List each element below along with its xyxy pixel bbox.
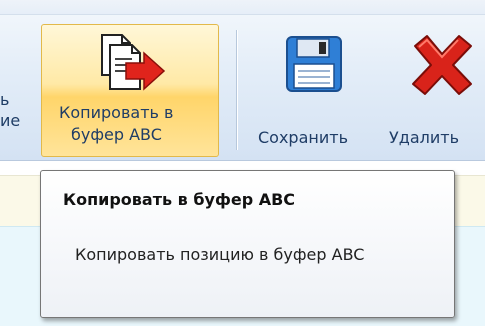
partial-button-label-line1: ь <box>0 90 10 109</box>
copy-button-label-line2: буфер ABC <box>71 125 162 144</box>
tooltip: Копировать в буфер ABC Копировать позици… <box>40 170 455 318</box>
ribbon-separator <box>236 30 237 150</box>
ribbon-toolbar: ь ие Копировать в буфер ABC Сохранить Уд… <box>0 0 485 161</box>
partial-ribbon-button[interactable]: ь ие <box>0 80 28 160</box>
tooltip-title: Копировать в буфер ABC <box>63 190 296 209</box>
delete-button-label: Удалить <box>389 128 459 147</box>
copy-to-abc-buffer-button[interactable]: Копировать в буфер ABC <box>41 24 219 157</box>
copy-button-label-line1: Копировать в <box>59 103 174 122</box>
floppy-disk-icon <box>286 36 342 92</box>
delete-button[interactable]: Удалить <box>385 24 485 157</box>
copy-to-buffer-icon <box>101 34 166 91</box>
red-x-icon <box>412 35 472 95</box>
ribbon-top-strip <box>0 0 485 15</box>
partial-button-label-line2: ие <box>0 111 21 130</box>
save-button[interactable]: Сохранить <box>252 24 378 157</box>
tooltip-description: Копировать позицию в буфер ABC <box>75 245 365 264</box>
save-button-label: Сохранить <box>258 128 348 147</box>
